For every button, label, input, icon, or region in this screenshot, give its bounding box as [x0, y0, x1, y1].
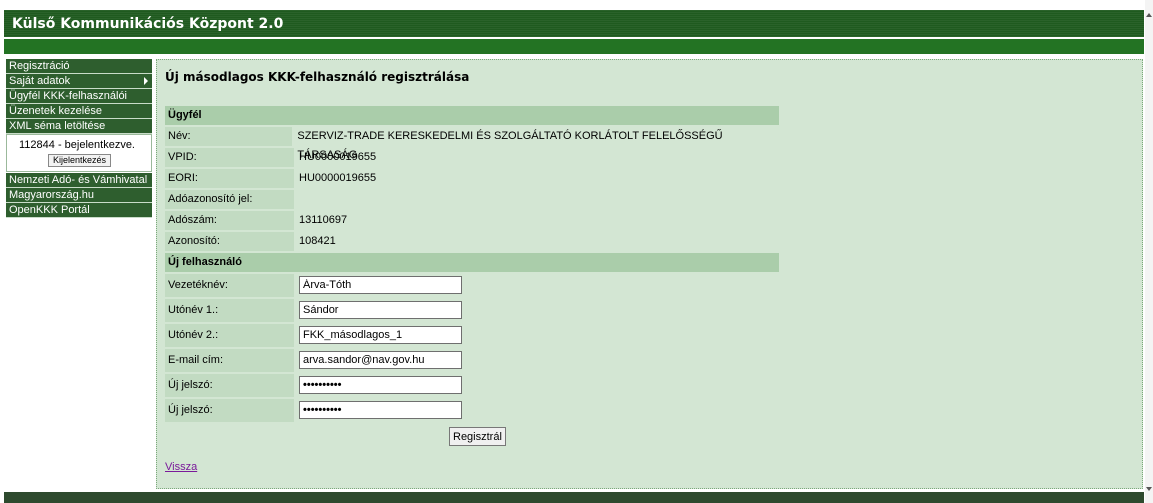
sidebar-item-registration[interactable]: Regisztráció: [6, 59, 152, 74]
chevron-right-icon: [144, 77, 148, 85]
input-wrapper: [294, 299, 462, 322]
field-label: Adószám:: [165, 211, 294, 230]
header-subbar: [4, 39, 1144, 54]
field-label: Új jelszó:: [165, 374, 294, 397]
first-name-1-input[interactable]: [299, 301, 462, 319]
field-value: SZERVIZ-TRADE KERESKEDELMI ÉS SZOLGÁLTAT…: [297, 130, 723, 161]
field-value: 13110697: [299, 214, 348, 226]
input-wrapper: [294, 324, 462, 347]
logout-button[interactable]: Kijelentkezés: [48, 154, 112, 167]
register-button[interactable]: Regisztrál: [449, 427, 506, 446]
form-row: E-mail cím:: [165, 349, 779, 372]
header-bar: Külső Kommunikációs Központ 2.0: [4, 10, 1144, 37]
client-info-row: VPID: HU0000019655: [165, 148, 779, 167]
form-row: Utónév 1.:: [165, 299, 779, 322]
field-label: E-mail cím:: [165, 349, 294, 372]
main-panel: Új másodlagos KKK-felhasználó regisztrál…: [156, 59, 1143, 489]
input-wrapper: [294, 399, 462, 422]
footer-bar: [4, 492, 1144, 503]
form-row: Vezetéknév:: [165, 274, 779, 297]
field-label: Adóazonosító jel:: [165, 190, 294, 209]
input-wrapper: [294, 274, 462, 297]
sidebar-item-label: Ügyfél KKK-felhasználói: [9, 90, 128, 102]
field-label: Vezetéknév:: [165, 274, 294, 297]
scrollbar[interactable]: [1145, 0, 1153, 503]
sidebar-item-client-users[interactable]: Ügyfél KKK-felhasználói: [6, 89, 152, 104]
sidebar-item-label: Regisztráció: [9, 60, 70, 72]
input-wrapper: [294, 374, 462, 397]
page-title: Új másodlagos KKK-felhasználó regisztrál…: [165, 70, 470, 84]
field-value: [294, 190, 299, 209]
login-status-box: 112844 - bejelentkezve. Kijelentkezés: [6, 134, 152, 172]
sidebar-item-xml-schema[interactable]: XML séma letöltése: [6, 119, 152, 134]
sidebar-item-label: OpenKKK Portál: [9, 204, 90, 216]
field-label: Név:: [165, 127, 293, 146]
sidebar-item-label: XML séma letöltése: [9, 120, 106, 132]
sidebar-item-label: Saját adatok: [9, 75, 71, 87]
sidebar-item-label: Üzenetek kezelése: [9, 105, 102, 117]
form-row: Új jelszó:: [165, 399, 779, 422]
sidebar: Regisztráció Saját adatok Ügyfél KKK-felha…: [6, 59, 152, 218]
app-title: Külső Kommunikációs Központ 2.0: [12, 16, 284, 32]
field-value: HU0000019655: [299, 172, 377, 184]
login-status: 112844 - bejelentkezve.: [19, 139, 135, 151]
sidebar-item-nav[interactable]: Nemzeti Adó- és Vámhivatal: [6, 173, 152, 188]
client-info-row: Adószám: 13110697: [165, 211, 779, 230]
last-name-input[interactable]: [299, 276, 462, 294]
client-info-row: Azonosító: 108421: [165, 232, 779, 251]
field-label: EORI:: [165, 169, 294, 188]
scroll-down-icon[interactable]: [1146, 487, 1152, 491]
sidebar-item-own-data[interactable]: Saját adatok: [6, 74, 152, 89]
field-label: Azonosító:: [165, 232, 294, 251]
sidebar-item-label: Nemzeti Adó- és Vámhivatal: [9, 174, 148, 186]
registration-table: Ügyfél Név: SZERVIZ-TRADE KERESKEDELMI ÉS…: [165, 106, 779, 424]
email-input[interactable]: [299, 351, 462, 369]
client-section-header: Ügyfél: [165, 106, 779, 125]
client-info-row: EORI: HU0000019655: [165, 169, 779, 188]
client-info-row: Adóazonosító jel:: [165, 190, 779, 209]
sidebar-item-label: Magyarország.hu: [9, 189, 94, 201]
first-name-2-input[interactable]: [299, 326, 462, 344]
field-value: HU0000019655: [299, 151, 377, 163]
field-label: Új jelszó:: [165, 399, 294, 422]
form-row: Új jelszó:: [165, 374, 779, 397]
password-input[interactable]: [299, 376, 462, 394]
back-link[interactable]: Vissza: [165, 461, 197, 473]
field-value: 108421: [299, 235, 336, 247]
input-wrapper: [294, 349, 462, 372]
password-confirm-input[interactable]: [299, 401, 462, 419]
sidebar-item-messages[interactable]: Üzenetek kezelése: [6, 104, 152, 119]
field-label: Utónév 1.:: [165, 299, 294, 322]
user-section-header: Új felhasználó: [165, 253, 779, 272]
sidebar-item-magyarorszag[interactable]: Magyarország.hu: [6, 188, 152, 203]
field-label: Utónév 2.:: [165, 324, 294, 347]
form-row: Utónév 2.:: [165, 324, 779, 347]
field-label: VPID:: [165, 148, 294, 167]
scroll-up-icon[interactable]: [1146, 13, 1152, 17]
sidebar-item-openkkk[interactable]: OpenKKK Portál: [6, 203, 152, 218]
client-info-row: Név: SZERVIZ-TRADE KERESKEDELMI ÉS SZOLGÁ…: [165, 127, 779, 161]
